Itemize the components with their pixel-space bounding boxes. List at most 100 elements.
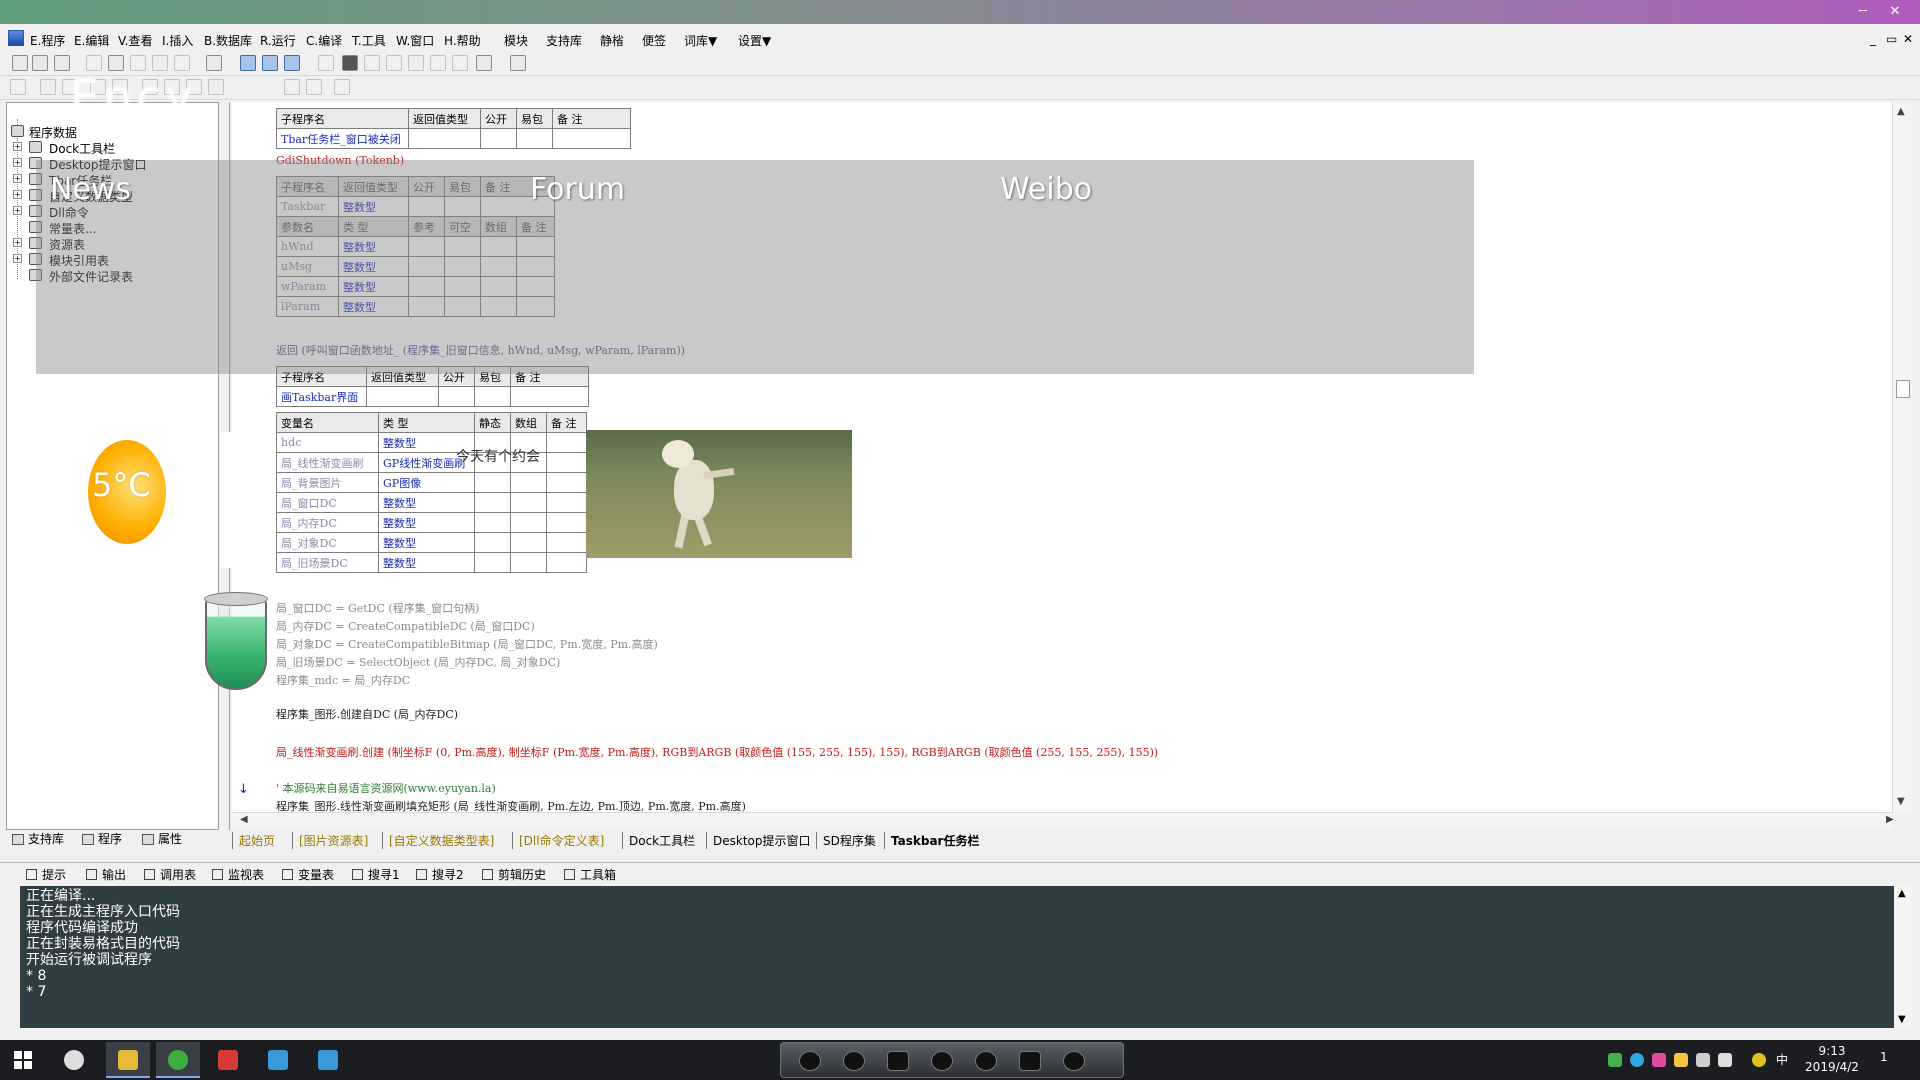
notification-center-icon[interactable]: 1 bbox=[1880, 1050, 1888, 1064]
pen-icon[interactable] bbox=[975, 1051, 997, 1071]
scroll-down-icon[interactable]: ▼ bbox=[1898, 1014, 1906, 1025]
tab-call-stack[interactable]: 调用表 bbox=[144, 866, 196, 883]
redo-icon[interactable] bbox=[152, 55, 168, 71]
tab-support-lib[interactable]: 支持库 bbox=[12, 830, 64, 848]
dock-item-weibo[interactable]: Weibo bbox=[1000, 172, 1092, 207]
camera-icon[interactable] bbox=[887, 1051, 909, 1071]
expand-icon[interactable]: + bbox=[13, 142, 22, 151]
tab-properties[interactable]: 属性 bbox=[142, 830, 182, 848]
table-row[interactable]: 局_背景图片 GP图像 bbox=[276, 472, 587, 493]
tab-variables[interactable]: 变量表 bbox=[282, 866, 334, 883]
menu-help[interactable]: H.帮助 bbox=[444, 32, 481, 49]
tree-item-root[interactable]: 程序数据 bbox=[7, 123, 217, 140]
scroll-left-icon[interactable]: ◀ bbox=[240, 814, 248, 825]
inspect-icon[interactable] bbox=[510, 55, 526, 71]
layout-full-icon[interactable] bbox=[284, 55, 300, 71]
dock-item-forum[interactable]: Forum bbox=[530, 172, 625, 207]
menu-view[interactable]: V.查看 bbox=[118, 32, 152, 49]
tab-toolbox[interactable]: 工具箱 bbox=[564, 866, 616, 883]
run-icon[interactable] bbox=[318, 55, 334, 71]
table-row[interactable]: 局_线性渐变画刷 GP线性渐变画刷 bbox=[276, 452, 587, 473]
expand-icon[interactable]: + bbox=[13, 254, 22, 263]
taskbar-app-eyuyan1[interactable] bbox=[206, 1042, 250, 1078]
output-panel-gripper[interactable]: ✕ bbox=[0, 862, 16, 1038]
run-to-cursor-icon[interactable] bbox=[430, 55, 446, 71]
system-clock[interactable]: 9:13 2019/4/2 bbox=[1800, 1043, 1864, 1075]
code-line[interactable]: 程序集_mdc = 局_内存DC bbox=[276, 672, 410, 688]
app-tray-icon[interactable] bbox=[1652, 1053, 1666, 1067]
scroll-up-icon[interactable]: ▲ bbox=[1897, 106, 1905, 117]
scroll-thumb[interactable] bbox=[1896, 380, 1910, 398]
menu-notes[interactable]: 便签 bbox=[642, 32, 666, 49]
expand-icon[interactable]: + bbox=[13, 206, 22, 215]
network-icon[interactable] bbox=[1696, 1053, 1710, 1067]
align-left-icon[interactable] bbox=[40, 79, 56, 95]
tab-datatypes[interactable]: [自定义数据类型表] bbox=[382, 832, 500, 849]
grid-icon[interactable] bbox=[10, 79, 26, 95]
menu-module[interactable]: 模块 bbox=[504, 32, 528, 49]
tab-hints[interactable]: 提示 bbox=[26, 866, 66, 883]
step-out-icon[interactable] bbox=[408, 55, 424, 71]
tab-sd-program-set[interactable]: SD程序集 bbox=[816, 832, 882, 849]
menu-settings[interactable]: 设置▼ bbox=[738, 32, 771, 49]
space-even-icon[interactable] bbox=[208, 79, 224, 95]
app-icon[interactable] bbox=[8, 30, 24, 46]
taskbar-app-explorer[interactable] bbox=[106, 1042, 150, 1078]
sub-name-cell[interactable]: 画Taskbar界面 bbox=[276, 386, 367, 407]
ime-indicator[interactable]: 中 bbox=[1776, 1051, 1788, 1068]
taskbar-app-browser[interactable] bbox=[156, 1042, 200, 1078]
taskbar-app-eyuyan3[interactable] bbox=[306, 1042, 350, 1078]
tab-search1[interactable]: 搜寻1 bbox=[352, 866, 400, 883]
tree-item-dock[interactable]: + Dock工具栏 bbox=[7, 139, 217, 156]
table-row[interactable]: 局_窗口DC 整数型 bbox=[276, 492, 587, 513]
tab-dock-toolbar[interactable]: Dock工具栏 bbox=[622, 832, 701, 849]
table-row[interactable]: 局_旧场景DC 整数型 bbox=[276, 552, 587, 573]
expand-icon[interactable]: + bbox=[13, 174, 22, 183]
tab-dll-commands[interactable]: [Dll命令定义表] bbox=[512, 832, 610, 849]
code-line[interactable]: 局_窗口DC = GetDC (程序集_窗口句柄) bbox=[276, 600, 479, 616]
tab-output[interactable]: 输出 bbox=[86, 866, 126, 883]
table-row[interactable]: 局_对象DC 整数型 bbox=[276, 532, 587, 553]
volume-icon[interactable] bbox=[1718, 1053, 1732, 1067]
wechat-icon[interactable] bbox=[1608, 1053, 1622, 1067]
hand-icon[interactable] bbox=[476, 55, 492, 71]
code-line[interactable]: 程序集_图形.创建自DC (局_内存DC) bbox=[276, 706, 458, 722]
console-scrollbar[interactable]: ▲ ▼ bbox=[1894, 886, 1912, 1028]
code-line[interactable]: 局_旧场景DC = SelectObject (局_内存DC, 局_对象DC) bbox=[276, 654, 560, 670]
sub-name-cell[interactable]: Tbar任务栏_窗口被关闭 bbox=[276, 128, 409, 149]
step-over-icon[interactable] bbox=[386, 55, 402, 71]
taskbar-app-eyuyan2[interactable] bbox=[256, 1042, 300, 1078]
find-icon[interactable] bbox=[206, 55, 222, 71]
scroll-down-icon[interactable]: ▼ bbox=[1897, 796, 1905, 807]
lock-icon[interactable] bbox=[334, 79, 350, 95]
expand-icon[interactable]: + bbox=[13, 238, 22, 247]
taskbar-app-flower[interactable] bbox=[52, 1042, 96, 1078]
code-line[interactable]: 局_内存DC = CreateCompatibleDC (局_窗口DC) bbox=[276, 618, 535, 634]
expand-icon[interactable]: + bbox=[13, 190, 22, 199]
tab-program[interactable]: 程序 bbox=[82, 830, 122, 848]
scroll-up-icon[interactable]: ▲ bbox=[1898, 888, 1906, 899]
scroll-right-icon[interactable]: ▶ bbox=[1886, 814, 1894, 825]
menu-support-lib[interactable]: 支持库 bbox=[546, 32, 582, 49]
shield-icon[interactable] bbox=[1674, 1053, 1688, 1067]
network-app-icon[interactable] bbox=[1630, 1053, 1644, 1067]
tab-clipboard-history[interactable]: 剪辑历史 bbox=[482, 866, 546, 883]
menu-database[interactable]: B.数据库 bbox=[204, 32, 252, 49]
open-folder-icon[interactable] bbox=[32, 55, 48, 71]
save-icon[interactable] bbox=[54, 55, 70, 71]
record-icon[interactable] bbox=[1063, 1051, 1085, 1071]
bring-front-icon[interactable] bbox=[284, 79, 300, 95]
menu-wordlib[interactable]: 词库▼ bbox=[684, 32, 717, 49]
layout-bottom-icon[interactable] bbox=[262, 55, 278, 71]
paste-icon[interactable] bbox=[130, 55, 146, 71]
tab-taskbar[interactable]: Taskbar任务栏 bbox=[884, 832, 985, 849]
menu-edit[interactable]: E.编辑 bbox=[74, 32, 109, 49]
step-into-icon[interactable] bbox=[364, 55, 380, 71]
mdi-minimize-button[interactable]: _ bbox=[1870, 32, 1876, 46]
code-line[interactable]: 局_对象DC = CreateCompatibleBitmap (局_窗口DC,… bbox=[276, 636, 658, 652]
chat-icon[interactable] bbox=[799, 1051, 821, 1071]
mdi-close-button[interactable]: ✕ bbox=[1903, 32, 1913, 46]
menu-compile[interactable]: C.编译 bbox=[306, 32, 342, 49]
menu-window[interactable]: W.窗口 bbox=[396, 32, 434, 49]
tab-start-page[interactable]: 起始页 bbox=[232, 832, 281, 849]
